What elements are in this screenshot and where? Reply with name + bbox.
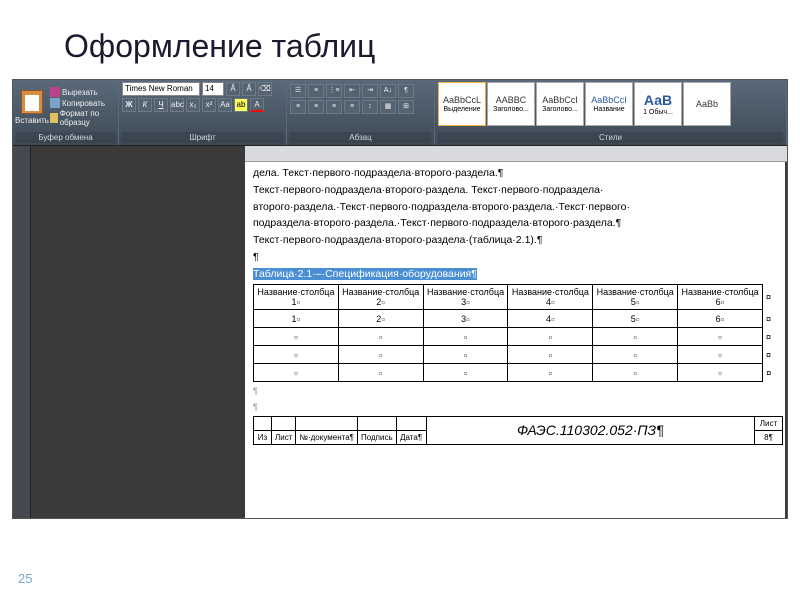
copy-icon xyxy=(50,98,60,108)
pilcrow-button[interactable]: ¶ xyxy=(398,84,414,98)
work-area: Подп. и датаИнв. № дубл.Взам. инв. №Подп… xyxy=(13,146,787,519)
horizontal-ruler[interactable] xyxy=(245,146,787,162)
style-item[interactable]: AABBCЗаголово... xyxy=(487,82,535,126)
borders-button[interactable]: ⊞ xyxy=(398,100,414,114)
word-window: Вставить Вырезать Копировать Формат по о… xyxy=(12,79,788,519)
ribbon: Вставить Вырезать Копировать Формат по о… xyxy=(13,80,787,146)
frame-cell: Лист xyxy=(272,430,296,444)
sheet-number: 8¶ xyxy=(755,430,783,444)
bullets-button[interactable]: ☰ xyxy=(290,84,306,98)
slide-number: 25 xyxy=(18,571,32,586)
shading-button[interactable]: ▦ xyxy=(380,100,396,114)
format-label: Формат по образцу xyxy=(60,109,115,127)
strike-button[interactable]: abc xyxy=(170,98,184,112)
align-center-button[interactable]: ≡ xyxy=(308,100,324,114)
align-right-button[interactable]: ≡ xyxy=(326,100,342,114)
paragraph-group-label: Абзац xyxy=(290,132,431,143)
line-spacing-button[interactable]: ↕ xyxy=(362,100,378,114)
clipboard-group: Вставить Вырезать Копировать Формат по о… xyxy=(13,80,119,145)
font-name-select[interactable]: Times New Roman xyxy=(122,82,200,96)
brush-icon xyxy=(50,113,58,123)
style-item[interactable]: AaBb xyxy=(683,82,731,126)
font-group-label: Шрифт xyxy=(122,132,283,143)
multilevel-button[interactable]: ⋮≡ xyxy=(326,84,342,98)
table-caption[interactable]: Таблица·2.1·–·Спецификация·оборудования¶ xyxy=(249,267,785,283)
align-left-button[interactable]: ≡ xyxy=(290,100,306,114)
italic-button[interactable]: К xyxy=(138,98,152,112)
underline-button[interactable]: Ч xyxy=(154,98,168,112)
pilcrow-mark: ¶ xyxy=(253,386,258,396)
scissors-icon xyxy=(50,87,60,97)
format-painter-button[interactable]: Формат по образцу xyxy=(50,109,115,127)
copy-label: Копировать xyxy=(62,99,105,108)
subscript-button[interactable]: x₂ xyxy=(186,98,200,112)
clipboard-icon xyxy=(21,90,43,114)
cut-label: Вырезать xyxy=(62,88,98,97)
indent-inc-button[interactable]: ⇥ xyxy=(362,84,378,98)
clipboard-group-label: Буфер обмена xyxy=(16,132,115,143)
dark-panel xyxy=(31,146,245,519)
bold-button[interactable]: Ж xyxy=(122,98,136,112)
paste-label: Вставить xyxy=(15,116,49,125)
styles-group: AaBbCcLВыделениеAABBCЗаголово...AaBbCcIЗ… xyxy=(435,80,787,145)
font-size-select[interactable]: 14 xyxy=(202,82,224,96)
cut-button[interactable]: Вырезать xyxy=(50,87,115,97)
document-text[interactable]: дела. Текст·первого·подраздела·второго·р… xyxy=(249,166,785,266)
frame-cell: Подпись xyxy=(357,430,396,444)
slide-title: Оформление таблиц xyxy=(0,0,800,79)
frame-cell: №·документа¶ xyxy=(296,430,358,444)
pilcrow-mark: ¶ xyxy=(253,402,258,412)
title-block: ФАЭС.110302.052·ПЗ¶ Лист Из Лист №·докум… xyxy=(253,416,783,445)
document-area[interactable]: Подп. и датаИнв. № дубл.Взам. инв. №Подп… xyxy=(245,146,787,519)
justify-button[interactable]: ≡ xyxy=(344,100,360,114)
case-button[interactable]: Aa xyxy=(218,98,232,112)
font-color-button[interactable]: A xyxy=(250,98,264,112)
sheet-label: Лист xyxy=(755,416,783,430)
clear-format-button[interactable]: ⌫ xyxy=(258,82,272,96)
frame-cell: Из xyxy=(254,430,272,444)
shrink-font-button[interactable]: Ǎ xyxy=(242,82,256,96)
grow-font-button[interactable]: Â xyxy=(226,82,240,96)
style-item[interactable]: AaBbCcIНазвание xyxy=(585,82,633,126)
copy-button[interactable]: Копировать xyxy=(50,98,115,108)
spec-table[interactable]: Название·столбца 1¤Название·столбца 2¤На… xyxy=(253,284,775,382)
page[interactable]: Подп. и датаИнв. № дубл.Взам. инв. №Подп… xyxy=(245,162,785,519)
indent-dec-button[interactable]: ⇤ xyxy=(344,84,360,98)
styles-group-label: Стили xyxy=(438,132,783,143)
frame-cell: Дата¶ xyxy=(396,430,426,444)
superscript-button[interactable]: x² xyxy=(202,98,216,112)
vertical-ruler[interactable] xyxy=(13,146,31,519)
paste-button[interactable]: Вставить xyxy=(16,82,48,132)
highlight-button[interactable]: ab xyxy=(234,98,248,112)
document-code: ФАЭС.110302.052·ПЗ¶ xyxy=(426,416,754,444)
font-group: Times New Roman 14 Â Ǎ ⌫ Ж К Ч abc x₂ x… xyxy=(119,80,287,145)
style-item[interactable]: AaBbCcIЗаголово... xyxy=(536,82,584,126)
sort-button[interactable]: A↓ xyxy=(380,84,396,98)
paragraph-group: ☰ ≡ ⋮≡ ⇤ ⇥ A↓ ¶ ≡ ≡ ≡ ≡ ↕ ▦ ⊞ Абзац xyxy=(287,80,435,145)
style-item[interactable]: АаВ1 Обыч... xyxy=(634,82,682,126)
numbering-button[interactable]: ≡ xyxy=(308,84,324,98)
style-item[interactable]: AaBbCcLВыделение xyxy=(438,82,486,126)
